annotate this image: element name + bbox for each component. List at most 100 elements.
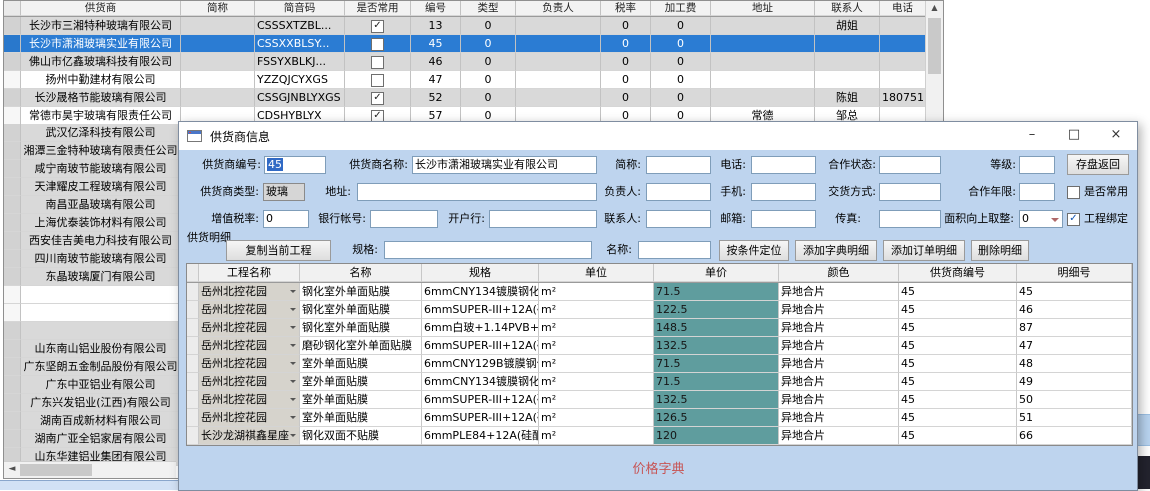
column-header[interactable]: 联系人 [815, 1, 880, 16]
common-checkbox[interactable] [371, 56, 384, 69]
grade-input[interactable] [1019, 156, 1055, 174]
table-row[interactable]: 佛山市亿鑫玻璃科技有限公司FSSYXBLKJ...46000 [4, 53, 943, 71]
column-header[interactable]: 供货商 [21, 1, 181, 16]
project-bind-checkbox[interactable]: ✓工程绑定 [1067, 210, 1128, 228]
cell-supplier: 湖南广亚全铝家居有限公司 [21, 430, 181, 448]
fax-input[interactable] [879, 210, 941, 228]
grid-cell-spec: 6mmSUPER-III+12A(硅... [422, 409, 539, 427]
abbr-label: 简称: [609, 156, 641, 174]
bank-account-input[interactable] [370, 210, 438, 228]
supplier-table-rows: 长沙市三湘特种玻璃有限公司CSSSXTZBL...✓13000胡姐长沙市潇湘玻璃… [4, 17, 943, 125]
grid-cell-color: 异地合片 [779, 373, 899, 391]
bank-branch-label: 开户行: [443, 210, 485, 228]
scroll-up-icon[interactable]: ▲ [926, 1, 943, 16]
column-header[interactable]: 是否常用 [345, 1, 411, 16]
column-header[interactable]: 税率 [601, 1, 651, 16]
price-grid-row[interactable]: 岳州北控花园钢化室外单面贴膜6mmSUPER-III+12A(硅...m²122… [187, 301, 1132, 319]
price-grid-row[interactable]: 岳州北控花园钢化室外单面贴膜6mm白玻+1.14PVB+6mm...m²148.… [187, 319, 1132, 337]
common-checkbox[interactable]: ✓ [371, 92, 384, 105]
column-header[interactable]: 电话 [880, 1, 926, 16]
column-header[interactable]: 地址 [711, 1, 815, 16]
column-header[interactable]: 编号 [411, 1, 461, 16]
row-header-cell [4, 232, 21, 250]
phone-input[interactable] [751, 156, 816, 174]
horizontal-scroll-thumb[interactable] [20, 464, 92, 476]
grid-cell-project[interactable]: 岳州北控花园 [199, 337, 300, 355]
bank-branch-input[interactable] [489, 210, 597, 228]
delete-detail-button[interactable]: 删除明细 [971, 240, 1029, 261]
column-header[interactable]: 负责人 [516, 1, 601, 16]
contact-input[interactable] [646, 210, 711, 228]
column-header[interactable]: 简称 [181, 1, 255, 16]
common-checkbox[interactable] [371, 74, 384, 87]
grid-cell-project[interactable]: 岳州北控花园 [199, 373, 300, 391]
cell-type: 0 [461, 53, 516, 71]
column-header[interactable]: 加工费 [651, 1, 711, 16]
cell-tax: 0 [601, 89, 651, 107]
horizontal-scrollbar[interactable]: ◄ [4, 461, 176, 478]
coop-years-input[interactable] [1019, 183, 1055, 201]
name-filter-input[interactable] [638, 241, 711, 259]
price-grid-row[interactable]: 长沙龙湖祺鑫星座钢化双面不贴膜6mmPLE84+12A(硅酮胶...m²120异… [187, 427, 1132, 445]
price-grid-row[interactable]: 岳州北控花园室外单面贴膜6mmCNY134镀膜钢化m²71.5异地合片4549 [187, 373, 1132, 391]
price-grid-row[interactable]: 岳州北控花园室外单面贴膜6mmSUPER-III+12A(硅...m²132.5… [187, 391, 1132, 409]
checkbox-icon[interactable]: ✓ [1067, 213, 1080, 226]
area-round-up-select[interactable]: 0 [1019, 210, 1063, 228]
address-input[interactable] [357, 183, 597, 201]
vertical-scroll-thumb[interactable] [928, 18, 941, 74]
manager-input[interactable] [646, 183, 711, 201]
grid-cell-project[interactable]: 长沙龙湖祺鑫星座 [199, 427, 300, 445]
copy-project-button[interactable]: 复制当前工程 [226, 240, 331, 261]
dialog-titlebar[interactable]: 供货商信息 – □ × [179, 122, 1137, 150]
grid-column-header: 供货商编号 [899, 264, 1017, 282]
grid-column-header: 规格 [422, 264, 539, 282]
cell-common [345, 53, 411, 71]
common-checkbox[interactable]: ✓ [371, 20, 384, 33]
row-header-cell [4, 268, 21, 286]
add-order-detail-button[interactable]: 添加订单明细 [883, 240, 965, 261]
maximize-icon[interactable]: □ [1053, 122, 1095, 150]
locate-button[interactable]: 按条件定位 [719, 240, 789, 261]
price-grid-row[interactable]: 岳州北控花园磨砂钢化室外单面贴膜6mmSUPER-III+12A(硅...m²1… [187, 337, 1132, 355]
grid-row-header [187, 409, 199, 427]
save-return-button[interactable]: 存盘返回 [1067, 154, 1129, 175]
chevron-down-icon[interactable] [1051, 218, 1059, 226]
mobile-input[interactable] [751, 183, 816, 201]
add-dict-detail-button[interactable]: 添加字典明细 [795, 240, 877, 261]
grid-cell-project[interactable]: 岳州北控花园 [199, 301, 300, 319]
minimize-icon[interactable]: – [1011, 122, 1053, 150]
table-row[interactable]: 扬州中勤建材有限公司YZZQJCYXGS47000 [4, 71, 943, 89]
supplier-type-input[interactable]: 玻璃 [263, 183, 305, 201]
grid-cell-project[interactable]: 岳州北控花园 [199, 409, 300, 427]
cell-supplier: 山东南山铝业股份有限公司 [21, 340, 181, 358]
delivery-mode-input[interactable] [879, 183, 941, 201]
price-grid-row[interactable]: 岳州北控花园室外单面贴膜6mmCNY129B镀膜钢化m²71.5异地合片4548 [187, 355, 1132, 373]
common-checkbox[interactable] [371, 38, 384, 51]
email-input[interactable] [751, 210, 816, 228]
column-header[interactable]: 简音码 [255, 1, 345, 16]
grid-cell-project[interactable]: 岳州北控花园 [199, 355, 300, 373]
coop-status-input[interactable] [879, 156, 941, 174]
price-grid-row[interactable]: 岳州北控花园室外单面贴膜6mmSUPER-III+12A(硅...m²126.5… [187, 409, 1132, 427]
row-header-cell [4, 304, 21, 322]
close-icon[interactable]: × [1095, 122, 1137, 150]
spec-filter-input[interactable] [384, 241, 592, 259]
grid-cell-name: 室外单面贴膜 [300, 355, 422, 373]
table-row[interactable]: 长沙市三湘特种玻璃有限公司CSSSXTZBL...✓13000胡姐 [4, 17, 943, 35]
price-grid-row[interactable]: 岳州北控花园钢化室外单面贴膜6mmCNY134镀膜钢化m²71.5异地合片454… [187, 283, 1132, 301]
background-dark-fragment [1138, 456, 1150, 489]
column-header[interactable]: 类型 [461, 1, 516, 16]
row-header-stub[interactable] [4, 1, 21, 16]
supplier-name-input[interactable]: 长沙市潇湘玻璃实业有限公司 [412, 156, 597, 174]
vat-rate-input[interactable]: 0 [263, 210, 309, 228]
table-row[interactable]: 长沙市潇湘玻璃实业有限公司CSSXXBLSY...45000 [4, 35, 943, 53]
scroll-left-icon[interactable]: ◄ [4, 462, 20, 478]
checkbox-icon[interactable] [1067, 186, 1080, 199]
table-row[interactable]: 长沙晟格节能玻璃有限公司CSSGJNBLYXGS✓52000陈姐180751 [4, 89, 943, 107]
grid-cell-project[interactable]: 岳州北控花园 [199, 283, 300, 301]
grid-cell-project[interactable]: 岳州北控花园 [199, 391, 300, 409]
grid-cell-project[interactable]: 岳州北控花园 [199, 319, 300, 337]
supplier-no-input[interactable]: 45 [264, 156, 326, 174]
common-use-checkbox[interactable]: 是否常用 [1067, 183, 1128, 201]
abbr-input[interactable] [646, 156, 711, 174]
